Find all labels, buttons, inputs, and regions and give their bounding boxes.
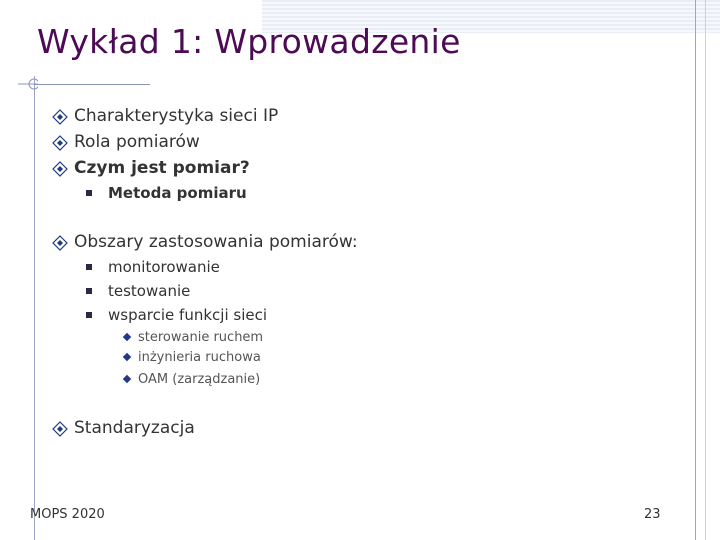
small-diamond-icon bbox=[122, 352, 132, 362]
corner-circle-mark bbox=[18, 78, 38, 90]
title-underline bbox=[34, 84, 150, 85]
sub-bullet-text: wsparcie funkcji sieci bbox=[108, 306, 268, 324]
bullet-text: Standaryzacja bbox=[74, 418, 195, 438]
bullet-text: Czym jest pomiar? bbox=[74, 158, 250, 178]
square-icon bbox=[86, 264, 92, 270]
right-border-line bbox=[695, 0, 696, 540]
right-border-line-secondary bbox=[705, 0, 706, 540]
slide-title: Wykład 1: Wprowadzenie bbox=[37, 22, 461, 61]
square-icon bbox=[86, 312, 92, 318]
bullet-text: Charakterystyka sieci IP bbox=[74, 106, 279, 126]
sub-bullet-text: Metoda pomiaru bbox=[108, 184, 247, 202]
diamond-icon bbox=[52, 109, 68, 125]
small-diamond-icon bbox=[122, 332, 132, 342]
sub-sub-bullet-text: sterowanie ruchem bbox=[138, 330, 264, 345]
bullet-text: Rola pomiarów bbox=[74, 132, 200, 152]
diamond-icon bbox=[52, 161, 68, 177]
square-icon bbox=[86, 190, 92, 196]
sub-sub-bullet-text: OAM (zarządzanie) bbox=[138, 372, 261, 387]
footer-course-label: MOPS 2020 bbox=[30, 507, 105, 522]
diamond-icon bbox=[52, 421, 68, 437]
sub-bullet-text: testowanie bbox=[108, 282, 191, 300]
sub-bullet-text: monitorowanie bbox=[108, 258, 220, 276]
square-icon bbox=[86, 288, 92, 294]
left-border-line bbox=[34, 76, 35, 540]
bullet-text: Obszary zastosowania pomiarów: bbox=[74, 232, 358, 252]
diamond-icon bbox=[52, 235, 68, 251]
small-diamond-icon bbox=[122, 374, 132, 384]
diamond-icon bbox=[52, 135, 68, 151]
sub-sub-bullet-text: inżynieria ruchowa bbox=[138, 350, 261, 365]
page-number: 23 bbox=[644, 507, 661, 522]
